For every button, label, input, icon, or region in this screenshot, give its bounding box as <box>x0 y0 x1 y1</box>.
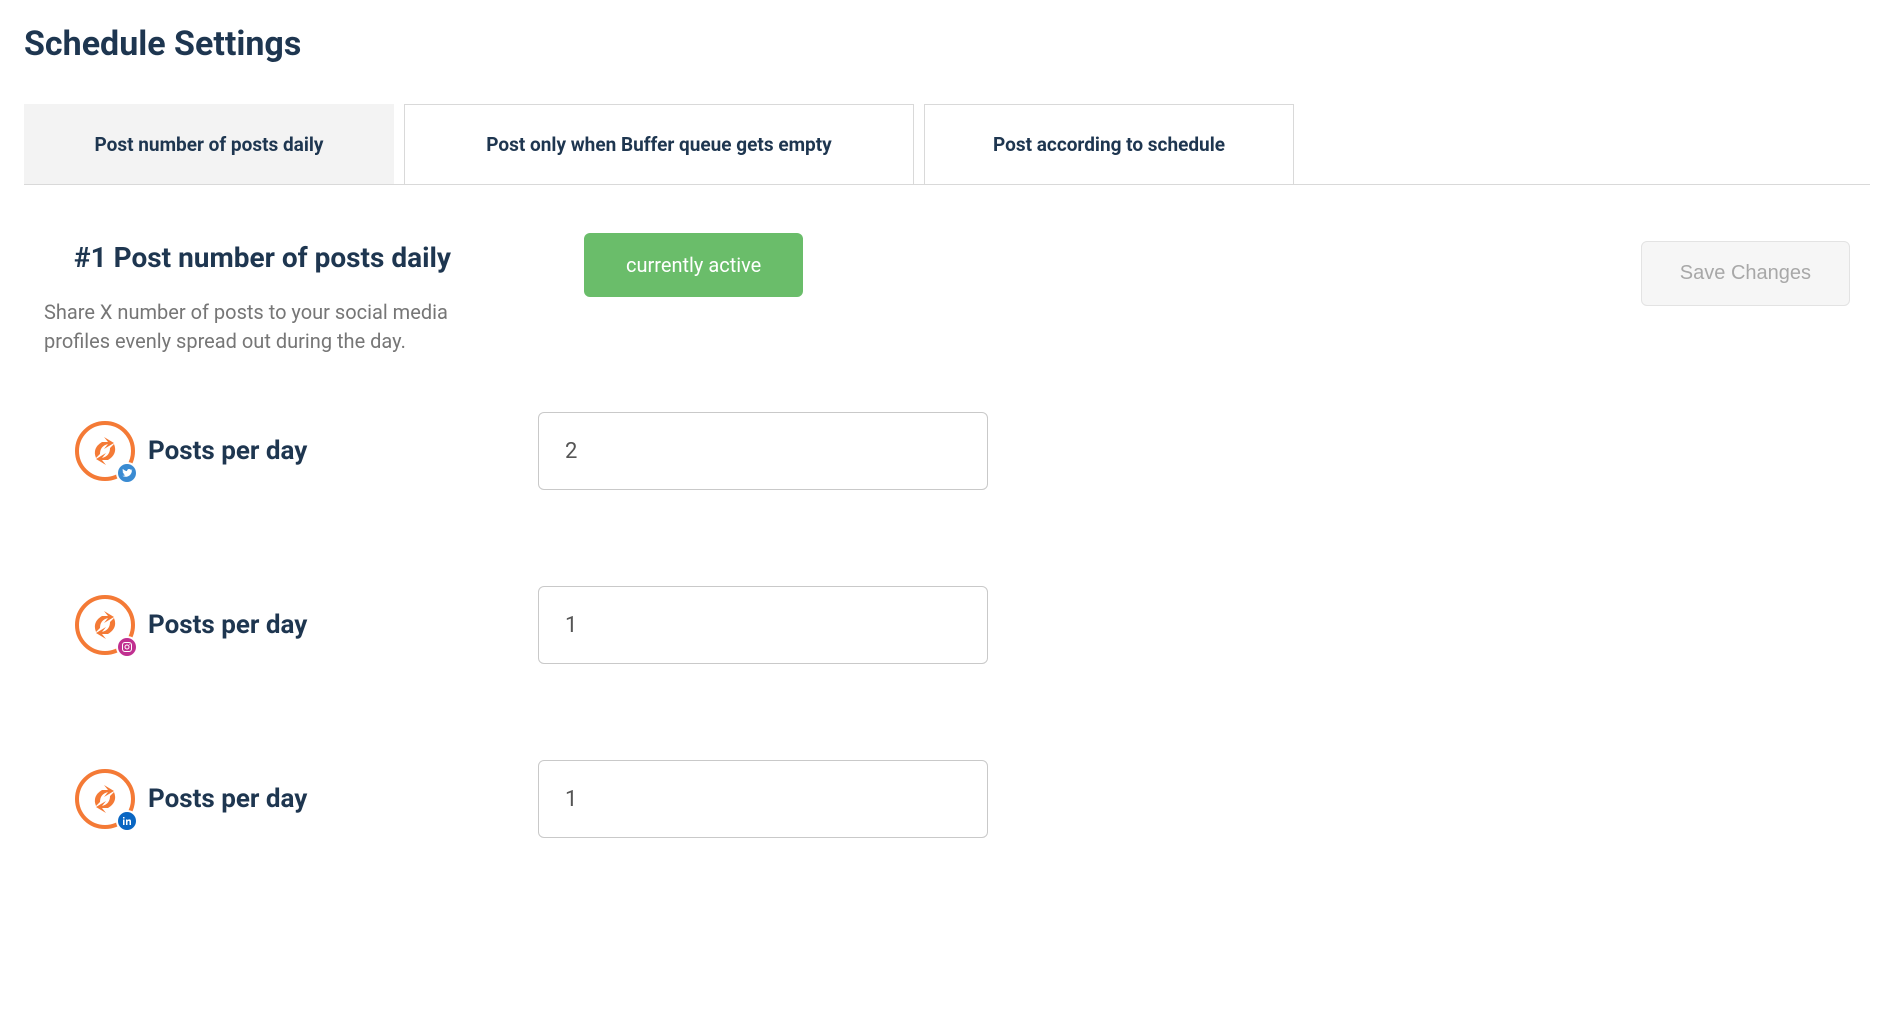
page-title: Schedule Settings <box>24 24 1870 64</box>
posts-per-day-list: Posts per day Posts per day Posts per da… <box>44 412 1850 838</box>
tab-content: #1 Post number of posts daily Share X nu… <box>24 185 1870 838</box>
profile-row-twitter: Posts per day <box>74 412 1850 490</box>
tab-buffer-empty[interactable]: Post only when Buffer queue gets empty <box>404 104 914 184</box>
tab-schedule[interactable]: Post according to schedule <box>924 104 1294 184</box>
status-badge: currently active <box>584 233 803 297</box>
section-header: #1 Post number of posts daily Share X nu… <box>44 241 1850 356</box>
posts-per-day-input[interactable] <box>538 760 988 838</box>
posts-per-day-label: Posts per day <box>148 784 538 814</box>
instagram-icon <box>116 636 138 658</box>
profile-avatar <box>74 420 136 482</box>
section-description: Share X number of posts to your social m… <box>44 298 514 356</box>
profile-row-instagram: Posts per day <box>74 586 1850 664</box>
profile-avatar <box>74 768 136 830</box>
tab-posts-daily[interactable]: Post number of posts daily <box>24 104 394 184</box>
save-changes-button[interactable]: Save Changes <box>1641 241 1850 306</box>
posts-per-day-label: Posts per day <box>148 436 538 466</box>
profile-row-linkedin: Posts per day <box>74 760 1850 838</box>
posts-per-day-input[interactable] <box>538 586 988 664</box>
twitter-icon <box>116 462 138 484</box>
profile-avatar <box>74 594 136 656</box>
posts-per-day-input[interactable] <box>538 412 988 490</box>
tabs: Post number of posts daily Post only whe… <box>24 104 1870 185</box>
section-title: #1 Post number of posts daily <box>44 241 584 274</box>
posts-per-day-label: Posts per day <box>148 610 538 640</box>
linkedin-icon <box>116 810 138 832</box>
